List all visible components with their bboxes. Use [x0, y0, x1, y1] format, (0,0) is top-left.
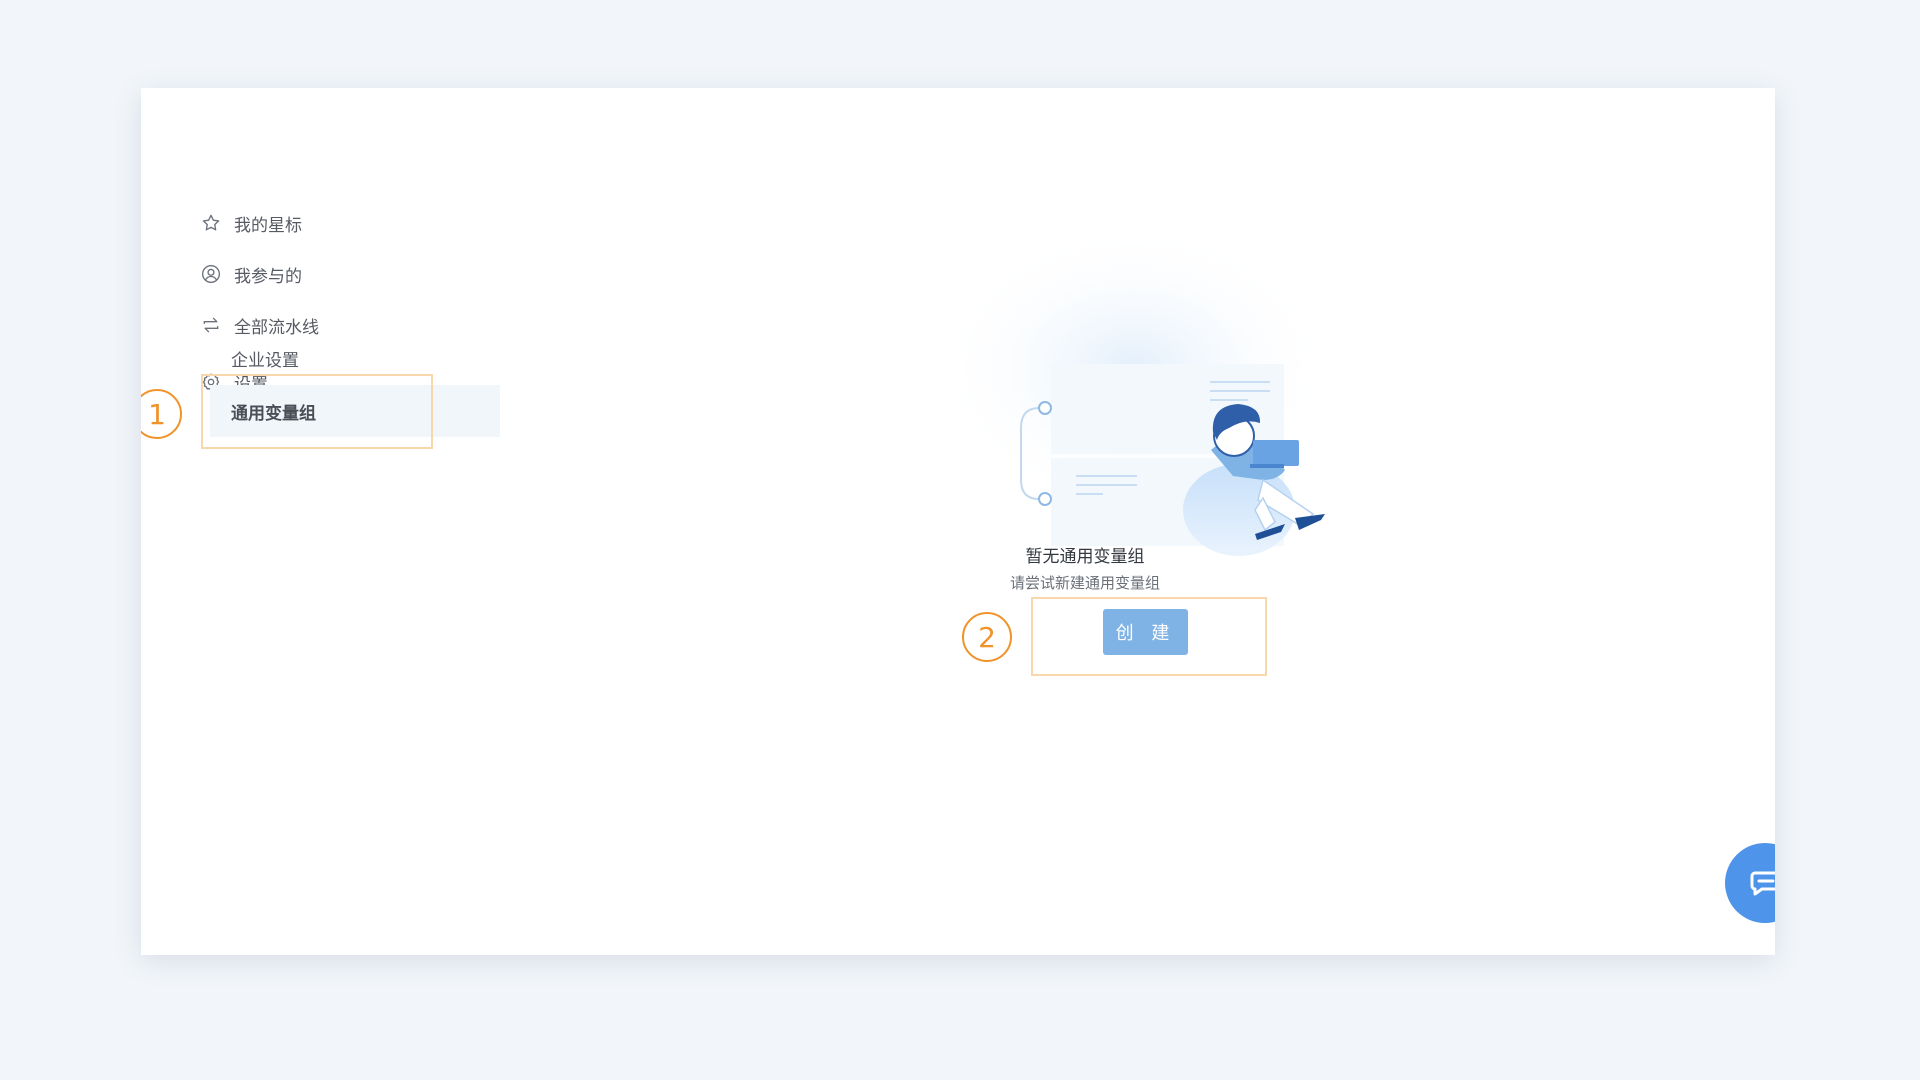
step-marker-2: 2 — [962, 612, 1012, 662]
sidebar-item-starred[interactable]: 我的星标 — [200, 208, 302, 238]
sidebar-item-label: 我的星标 — [234, 215, 302, 236]
step-marker-1: 1 — [141, 389, 182, 439]
sidebar-item-label: 企业设置 — [231, 350, 299, 371]
star-icon — [200, 212, 222, 234]
sidebar-item-label: 全部流水线 — [234, 317, 319, 338]
chat-bubble-icon — [1749, 869, 1775, 897]
empty-state-title: 暂无通用变量组 — [1025, 547, 1145, 567]
sidebar-item-label: 我参与的 — [234, 266, 302, 287]
sidebar-item-all-pipelines[interactable]: 全部流水线 — [200, 310, 319, 340]
empty-state-subtitle: 请尝试新建通用变量组 — [1009, 574, 1160, 592]
chat-fab[interactable] — [1725, 843, 1775, 923]
highlight-box-step-1 — [201, 374, 433, 449]
user-circle-icon — [200, 263, 222, 285]
swap-arrows-icon — [200, 314, 222, 336]
main-card: 我的星标 我参与的 全部流水线 企业设置 通用变量组 1 暂无通用变量组 请尝试… — [141, 88, 1775, 955]
create-button[interactable]: 创 建 — [1103, 609, 1188, 655]
sidebar-item-enterprise-settings[interactable]: 企业设置 — [231, 343, 299, 373]
sidebar-item-participated[interactable]: 我参与的 — [200, 259, 302, 289]
